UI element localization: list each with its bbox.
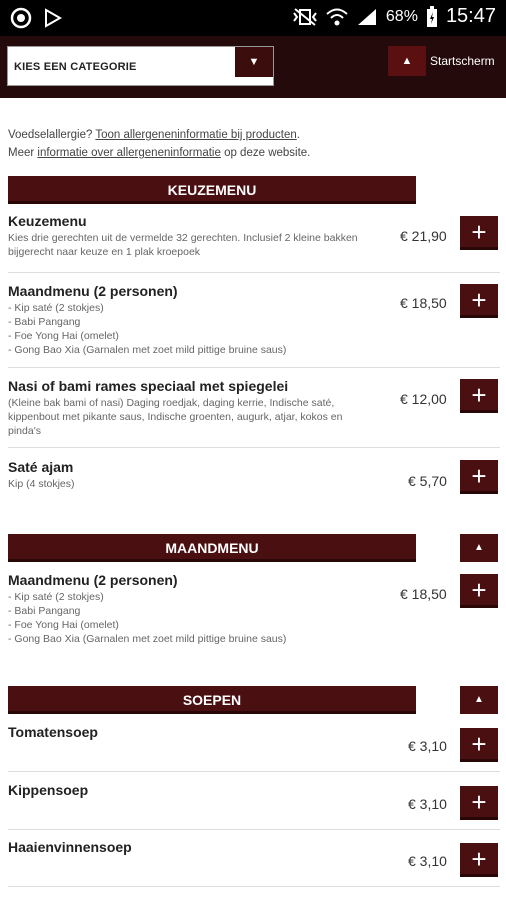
wifi-icon (326, 8, 348, 25)
clock: 15:47 (445, 5, 496, 27)
add-to-cart-button[interactable]: + (460, 728, 498, 762)
section-header-maandmenu[interactable]: MAANDMENU (8, 534, 416, 562)
home-button[interactable]: ▲ (388, 46, 426, 76)
allergen-text: . (296, 129, 300, 141)
allergen-text: Meer (8, 147, 38, 159)
item-price: € 21,90 (400, 228, 447, 244)
section-header-keuzemenu[interactable]: KEUZEMENU (8, 176, 416, 204)
status-left (10, 7, 62, 29)
item-price: € 12,00 (400, 391, 447, 407)
section-header-soepen[interactable]: SOEPEN (8, 686, 416, 714)
add-to-cart-button[interactable]: + (460, 786, 498, 820)
category-select-label: KIES EEN CATEGORIE (14, 61, 137, 73)
add-to-cart-button[interactable]: + (460, 574, 498, 608)
allergen-more-link[interactable]: informatie over allergeneninformatie (37, 147, 220, 159)
home-button-label[interactable]: Startscherm (430, 54, 495, 68)
category-select[interactable]: KIES EEN CATEGORIE ▼ (7, 46, 274, 86)
mute-vibrate-icon (293, 7, 317, 26)
item-price: € 18,50 (400, 586, 447, 602)
status-right: 68% 15:47 (292, 5, 496, 28)
collapse-section-button[interactable]: ▲ (460, 686, 498, 714)
allergen-info-link[interactable]: Toon allergeneninformatie bij producten (95, 129, 296, 141)
item-price: € 5,70 (408, 473, 447, 489)
item-price: € 18,50 (400, 295, 447, 311)
add-to-cart-button[interactable]: + (460, 379, 498, 413)
allergen-notice: Voedselallergie? Toon allergeneninformat… (8, 126, 310, 162)
allergen-line-1: Voedselallergie? Toon allergeneninformat… (8, 126, 310, 144)
allergen-text: Voedselallergie? (8, 129, 96, 141)
sync-icon (10, 7, 32, 29)
status-bar: 68% 15:47 (0, 0, 506, 36)
play-store-icon (45, 8, 62, 28)
top-bar: KIES EEN CATEGORIE ▼ ▲ Startscherm (0, 36, 506, 98)
add-to-cart-button[interactable]: + (460, 216, 498, 250)
item-price: € 3,10 (408, 853, 447, 869)
battery-percentage: 68% (385, 7, 418, 25)
allergen-text: op deze website. (220, 147, 311, 159)
item-description: (Kleine bak bami of nasi) Daging roedjak… (8, 397, 343, 437)
add-to-cart-button[interactable]: + (460, 843, 498, 877)
collapse-section-button[interactable]: ▲ (460, 534, 498, 562)
item-price: € 3,10 (408, 738, 447, 754)
menu-item: Nasi of bami rames speciaal met spiegele… (8, 378, 500, 448)
item-description: Kies drie gerechten uit de vermelde 32 g… (8, 232, 358, 258)
battery-charging-icon (426, 5, 437, 27)
allergen-line-2: Meer informatie over allergeneninformati… (8, 144, 310, 162)
add-to-cart-button[interactable]: + (460, 460, 498, 494)
item-price: € 3,10 (408, 796, 447, 812)
menu-item: Maandmenu (2 personen) - Kip saté (2 sto… (8, 572, 500, 657)
item-title: Keuzemenu (8, 213, 87, 229)
chevron-down-icon[interactable]: ▼ (235, 47, 273, 77)
signal-icon (357, 8, 376, 25)
add-to-cart-button[interactable]: + (460, 284, 498, 318)
